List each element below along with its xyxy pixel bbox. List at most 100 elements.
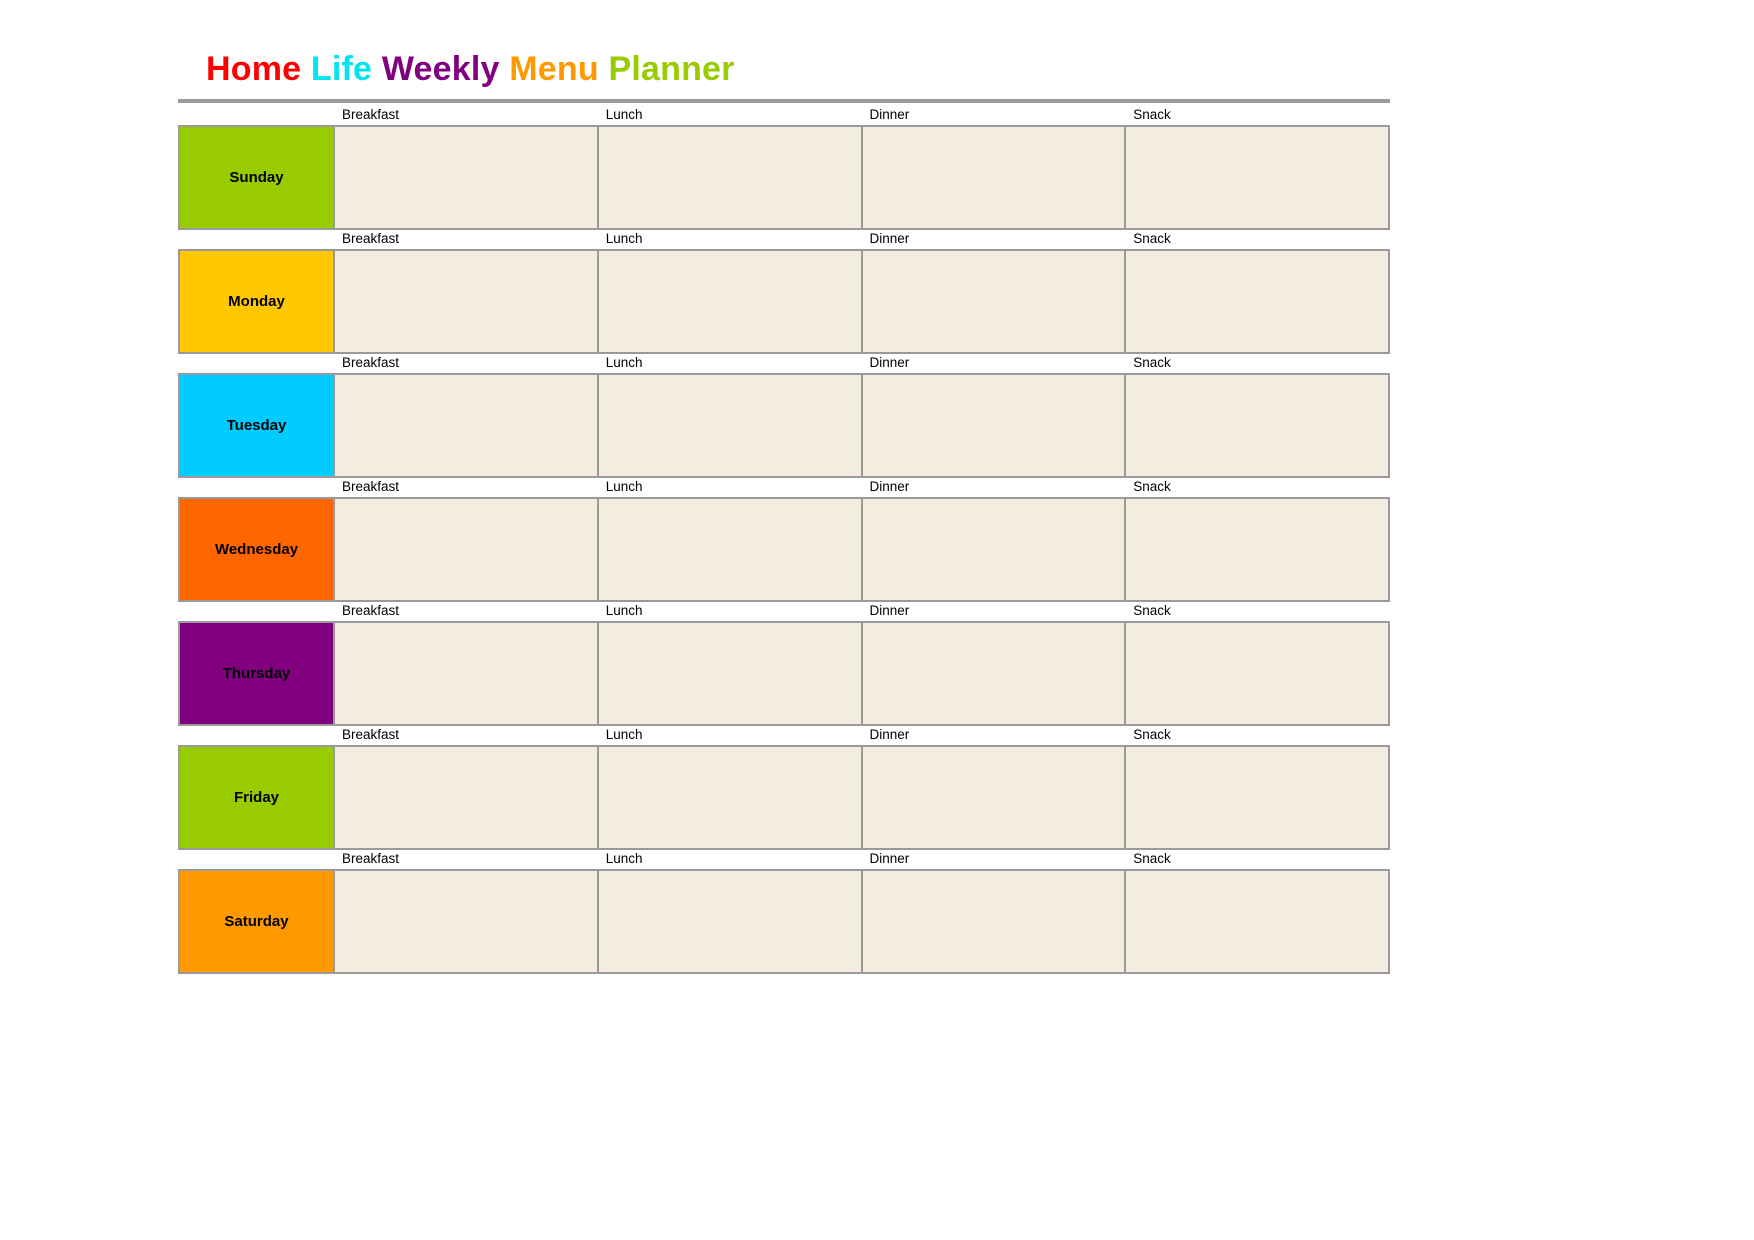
meal-header-spacer [178,106,335,125]
meal-cell-monday-lunch[interactable] [598,251,863,352]
meal-cell-saturday-lunch[interactable] [598,871,863,972]
title-divider [178,99,1390,103]
title-word-weekly: Weekly [381,50,500,88]
table-row: Friday [178,745,1390,850]
meal-cell-monday-dinner[interactable] [862,251,1127,352]
column-header-breakfast: Breakfast [342,603,400,618]
meal-cell-saturday-dinner[interactable] [862,871,1127,972]
meal-header-spacer [178,230,335,249]
meal-cell-wednesday-lunch[interactable] [598,499,863,600]
meal-cell-monday-breakfast[interactable] [335,251,599,352]
day-block-monday: Breakfast Lunch Dinner Snack Monday [178,230,1390,354]
meal-cell-tuesday-lunch[interactable] [598,375,863,476]
meal-header-row: Breakfast Lunch Dinner Snack [178,478,1390,497]
meal-header-spacer [178,726,335,745]
table-row: Tuesday [178,373,1390,478]
meal-cell-friday-breakfast[interactable] [335,747,599,848]
meal-cell-thursday-snack[interactable] [1126,623,1390,724]
column-header-dinner: Dinner [869,107,910,122]
column-header-breakfast: Breakfast [342,479,400,494]
column-header-lunch: Lunch [605,231,643,246]
column-header-snack: Snack [1133,479,1171,494]
title-word-life: Life [310,50,373,88]
day-block-wednesday: Breakfast Lunch Dinner Snack Wednesday [178,478,1390,602]
day-label-thursday: Thursday [178,623,335,724]
meal-header-row: Breakfast Lunch Dinner Snack [178,230,1390,249]
meal-cell-tuesday-breakfast[interactable] [335,375,599,476]
meal-cell-friday-snack[interactable] [1126,747,1390,848]
day-block-saturday: Breakfast Lunch Dinner Snack Saturday [178,850,1390,974]
table-row: Thursday [178,621,1390,726]
meal-cell-sunday-breakfast[interactable] [335,127,599,228]
meal-cell-wednesday-dinner[interactable] [862,499,1127,600]
title-word-planner: Planner [608,50,735,88]
table-row: Saturday [178,869,1390,974]
meal-cell-thursday-lunch[interactable] [598,623,863,724]
meal-header-spacer [178,478,335,497]
meal-cell-monday-snack[interactable] [1126,251,1390,352]
day-label-saturday: Saturday [178,871,335,972]
column-header-lunch: Lunch [605,355,643,370]
meal-header-row: Breakfast Lunch Dinner Snack [178,726,1390,745]
title-word-menu: Menu [509,50,599,88]
meal-header-row: Breakfast Lunch Dinner Snack [178,602,1390,621]
column-header-breakfast: Breakfast [342,355,400,370]
column-header-snack: Snack [1133,727,1171,742]
meal-cell-sunday-lunch[interactable] [598,127,863,228]
column-header-breakfast: Breakfast [342,727,400,742]
meal-cell-friday-lunch[interactable] [598,747,863,848]
meal-cell-sunday-snack[interactable] [1126,127,1390,228]
meal-header-row: Breakfast Lunch Dinner Snack [178,850,1390,869]
day-label-friday: Friday [178,747,335,848]
meal-header-row: Breakfast Lunch Dinner Snack [178,106,1390,125]
title-space [500,50,510,88]
column-header-dinner: Dinner [869,727,910,742]
title-space [301,50,311,88]
day-label-wednesday: Wednesday [178,499,335,600]
column-header-breakfast: Breakfast [342,851,400,866]
day-block-thursday: Breakfast Lunch Dinner Snack Thursday [178,602,1390,726]
meal-cell-friday-dinner[interactable] [862,747,1127,848]
meal-cell-saturday-breakfast[interactable] [335,871,599,972]
day-block-sunday: Breakfast Lunch Dinner Snack Sunday [178,106,1390,230]
column-header-lunch: Lunch [605,727,643,742]
meal-cell-thursday-dinner[interactable] [862,623,1127,724]
column-header-dinner: Dinner [869,355,910,370]
meal-cell-thursday-breakfast[interactable] [335,623,599,724]
column-header-breakfast: Breakfast [342,231,400,246]
meal-cell-wednesday-snack[interactable] [1126,499,1390,600]
meal-cell-saturday-snack[interactable] [1126,871,1390,972]
page-title: Home Life Weekly Menu Planner [178,48,1390,90]
column-header-lunch: Lunch [605,107,643,122]
meal-cell-wednesday-breakfast[interactable] [335,499,599,600]
meal-header-spacer [178,602,335,621]
table-row: Sunday [178,125,1390,230]
column-header-snack: Snack [1133,603,1171,618]
column-header-dinner: Dinner [869,231,910,246]
day-block-friday: Breakfast Lunch Dinner Snack Friday [178,726,1390,850]
column-header-lunch: Lunch [605,851,643,866]
column-header-snack: Snack [1133,231,1171,246]
weekly-planner-grid: Breakfast Lunch Dinner Snack Sunday Breakfast… [178,106,1390,974]
column-header-dinner: Dinner [869,851,910,866]
meal-header-spacer [178,850,335,869]
title-word-home: Home [206,50,302,88]
table-row: Monday [178,249,1390,354]
day-block-tuesday: Breakfast Lunch Dinner Snack Tuesday [178,354,1390,478]
column-header-lunch: Lunch [605,603,643,618]
title-block: Home Life Weekly Menu Planner [178,48,1390,90]
meal-cell-tuesday-snack[interactable] [1126,375,1390,476]
column-header-lunch: Lunch [605,479,643,494]
day-label-sunday: Sunday [178,127,335,228]
column-header-dinner: Dinner [869,479,910,494]
column-header-snack: Snack [1133,107,1171,122]
meal-header-spacer [178,354,335,373]
meal-cell-sunday-dinner[interactable] [862,127,1127,228]
day-label-tuesday: Tuesday [178,375,335,476]
day-label-monday: Monday [178,251,335,352]
column-header-snack: Snack [1133,355,1171,370]
column-header-dinner: Dinner [869,603,910,618]
meal-cell-tuesday-dinner[interactable] [862,375,1127,476]
title-space [372,50,382,88]
meal-header-row: Breakfast Lunch Dinner Snack [178,354,1390,373]
